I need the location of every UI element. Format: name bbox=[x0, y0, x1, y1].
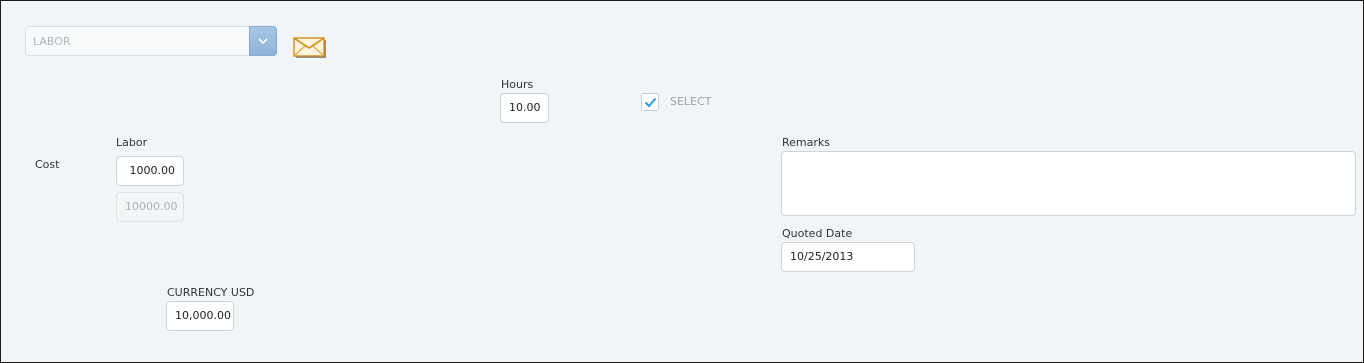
work-type-select[interactable]: LABOR bbox=[25, 26, 277, 56]
currency-label: CURRENCY USD bbox=[167, 286, 255, 299]
hours-label: Hours bbox=[501, 78, 534, 91]
cost-label: Cost bbox=[35, 158, 60, 171]
hours-input[interactable]: 10.00 bbox=[500, 93, 549, 123]
email-button[interactable] bbox=[293, 37, 327, 62]
dropdown-button[interactable] bbox=[249, 26, 277, 56]
select-label: SELECT bbox=[670, 95, 712, 108]
labor-label: Labor bbox=[116, 136, 148, 149]
labor-total-field: 10000.00 bbox=[116, 192, 184, 222]
form-panel: LABOR Hours 10.00 SELECT Cost Labor 1000… bbox=[0, 0, 1364, 363]
select-checkbox[interactable] bbox=[641, 93, 659, 111]
quoted-date-input[interactable]: 10/25/2013 bbox=[781, 242, 915, 272]
work-type-value: LABOR bbox=[33, 35, 71, 48]
envelope-icon bbox=[293, 37, 326, 58]
remarks-label: Remarks bbox=[782, 136, 830, 149]
quoted-date-label: Quoted Date bbox=[782, 227, 853, 240]
chevron-down-icon bbox=[258, 38, 268, 45]
labor-cost-input[interactable]: 1000.00 bbox=[116, 156, 184, 186]
currency-total-input[interactable]: 10,000.00 bbox=[166, 301, 234, 331]
remarks-textarea[interactable] bbox=[781, 151, 1356, 216]
checkmark-icon bbox=[644, 97, 657, 108]
